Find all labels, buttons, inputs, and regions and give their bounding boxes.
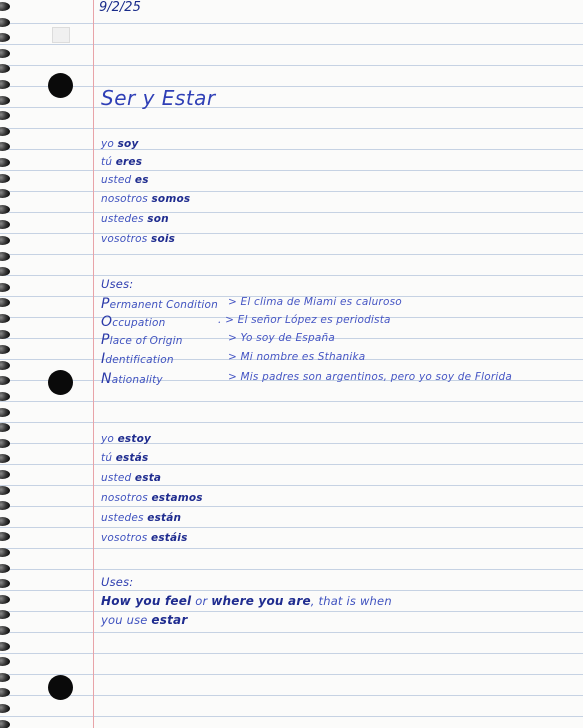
spiral-coil (0, 407, 10, 417)
spiral-coil (0, 657, 10, 667)
estar-use-line: How you feel or where you are, that is w… (101, 594, 392, 608)
ser-conjugation: tú eres (101, 156, 143, 168)
spiral-coil (0, 392, 10, 401)
spiral-coil (0, 626, 10, 635)
spiral-coil (0, 501, 10, 511)
spiral-coil (0, 470, 10, 479)
use-example: > Mi nombre es Sthanika (228, 351, 366, 363)
spiral-coil (0, 345, 10, 355)
spiral-coil (0, 719, 10, 728)
spiral-coil (0, 204, 10, 214)
spiral-coil (0, 298, 10, 308)
spiral-coil (0, 236, 10, 245)
ser-conjugation: usted es (101, 174, 149, 186)
spiral-coil (0, 189, 10, 199)
spiral-coil (0, 485, 10, 495)
spiral-coil (0, 563, 10, 573)
spiral-coil (0, 2, 10, 11)
spiral-coil (0, 454, 10, 464)
spiral-coil (0, 704, 10, 713)
spiral-coil (0, 641, 10, 651)
spiral-coil (0, 220, 10, 230)
spiral-coil (0, 95, 10, 105)
spiral-coil (0, 251, 10, 261)
margin-line (93, 0, 94, 728)
spiral-coil (0, 64, 10, 74)
estar-uses-heading: Uses: (101, 575, 134, 589)
spiral-coil (0, 173, 10, 183)
spiral-coil (0, 158, 10, 167)
estar-conjugation: yo estoy (101, 433, 152, 445)
spiral-coil (0, 48, 10, 58)
notebook-page: { "date": "9/2/25", "title": "Ser y Esta… (0, 0, 583, 728)
use-example: > Yo soy de España (228, 332, 335, 344)
date: 9/2/25 (99, 0, 141, 15)
spiral-coil (0, 142, 10, 152)
corner-mark (52, 27, 70, 43)
punch-hole (48, 370, 73, 395)
spiral-coil (0, 532, 10, 542)
use-example: > Mis padres son argentinos, pero yo soy… (228, 371, 512, 383)
use-example: . > El señor López es periodista (218, 314, 391, 326)
spiral-coil (0, 360, 10, 370)
estar-conjugation: nosotros estamos (101, 492, 203, 504)
spiral-coil (0, 111, 10, 121)
punch-hole (48, 675, 73, 700)
ser-uses-heading: Uses: (101, 277, 134, 291)
spiral-coil (0, 33, 10, 43)
estar-conjugation: usted esta (101, 472, 162, 484)
page-title: Ser y Estar (101, 86, 216, 110)
use-term: Permanent Condition (101, 296, 219, 312)
spiral-binding (0, 0, 14, 728)
spiral-coil (0, 17, 10, 27)
spiral-coil (0, 688, 10, 698)
spiral-coil (0, 579, 10, 589)
use-example: > El clima de Miami es caluroso (228, 296, 402, 308)
estar-conjugation: vosotros estáis (101, 532, 188, 544)
spiral-coil (0, 80, 10, 89)
use-term: Identification (101, 351, 174, 367)
spiral-coil (0, 610, 10, 620)
ser-conjugation: yo soy (101, 138, 139, 150)
use-term: Nationality (101, 371, 163, 387)
ser-conjugation: ustedes son (101, 213, 169, 225)
ser-conjugation: vosotros sois (101, 233, 176, 245)
use-term: Occupation (101, 314, 166, 330)
spiral-coil (0, 267, 10, 277)
spiral-coil (0, 314, 10, 323)
spiral-coil (0, 126, 10, 136)
spiral-coil (0, 376, 10, 386)
estar-conjugation: tú estás (101, 452, 149, 464)
spiral-coil (0, 329, 10, 339)
estar-conjugation: ustedes están (101, 512, 182, 524)
spiral-coil (0, 516, 10, 526)
spiral-coil (0, 438, 10, 448)
spiral-coil (0, 672, 10, 682)
ser-conjugation: nosotros somos (101, 193, 191, 205)
spiral-coil (0, 594, 10, 604)
use-term: Place of Origin (101, 332, 183, 348)
punch-hole (48, 73, 73, 98)
spiral-coil (0, 423, 10, 433)
estar-use-line: you use estar (101, 613, 188, 627)
spiral-coil (0, 282, 10, 292)
spiral-coil (0, 548, 10, 557)
